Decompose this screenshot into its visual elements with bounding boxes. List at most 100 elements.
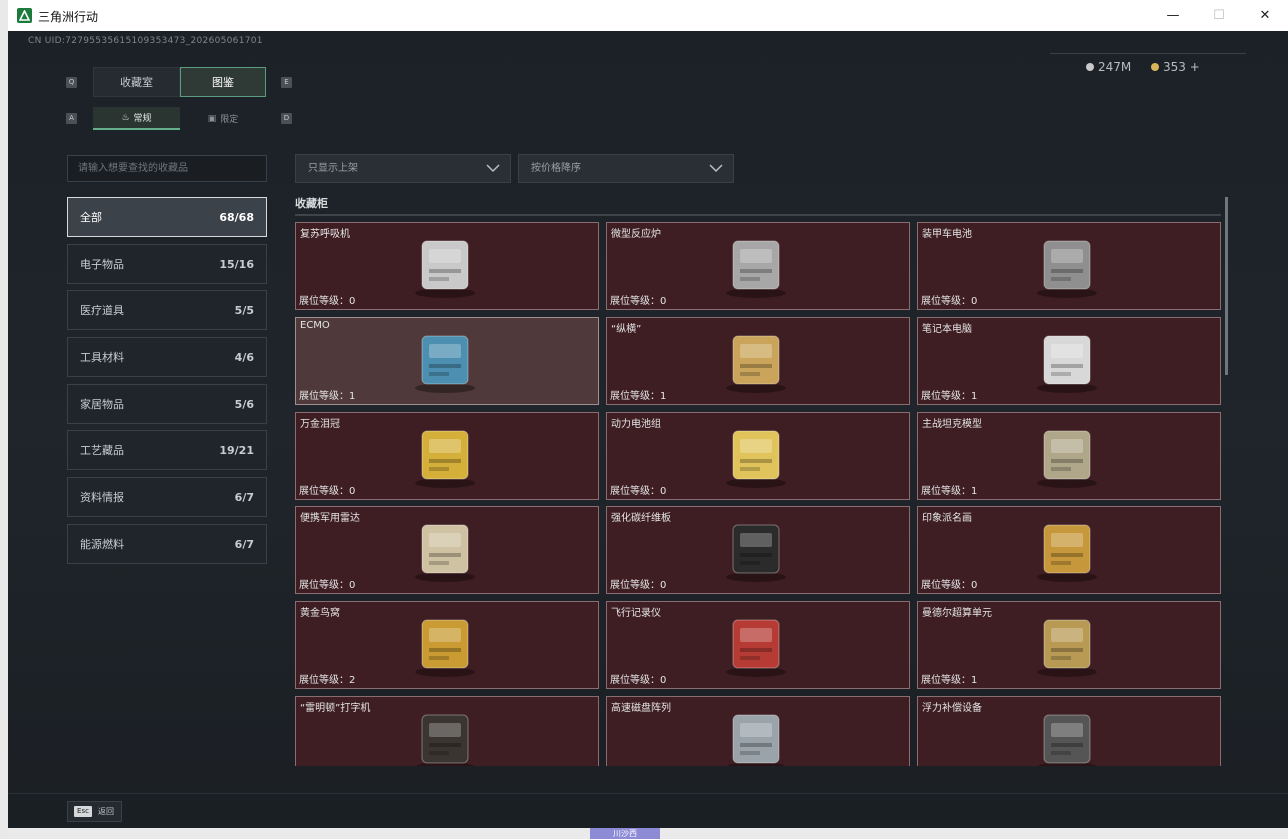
back-button[interactable]: Esc 返回 — [67, 801, 122, 822]
booth-level-value: 2 — [349, 675, 356, 686]
maximize-button[interactable]: ☐ — [1196, 0, 1242, 31]
booth-level: 展位等级：1 — [610, 387, 666, 402]
tab-collection-room[interactable]: 收藏室 — [93, 67, 180, 97]
collection-card[interactable]: 浮力补偿设备 — [917, 696, 1221, 766]
item-name: “纵横” — [611, 324, 642, 335]
close-button[interactable]: ✕ — [1242, 0, 1288, 31]
minimize-button[interactable]: — — [1150, 0, 1196, 31]
item-name: 浮力补偿设备 — [922, 703, 982, 714]
back-label: 返回 — [98, 807, 114, 816]
booth-level-value: 1 — [349, 391, 356, 402]
ventilator-icon — [402, 233, 488, 301]
key-hint-q: Q — [66, 77, 77, 88]
currency-gold[interactable]: 353 + — [1151, 60, 1200, 74]
booth-level-label: 展位等级： — [299, 580, 349, 591]
flame-icon: ♨ — [121, 112, 130, 123]
laptop-icon — [1024, 328, 1110, 396]
collection-card[interactable]: 印象派名画展位等级：0 — [917, 506, 1221, 594]
shelf-filter-dropdown[interactable]: 只显示上架 — [295, 154, 511, 183]
category-home[interactable]: 家居物品 5/6 — [67, 384, 267, 424]
collection-card[interactable]: ECMO 展位等级：1 — [295, 317, 599, 405]
section-title: 收藏柜 — [295, 197, 328, 210]
collection-card[interactable]: 高速磁盘阵列 — [606, 696, 910, 766]
item-name: 黄金鸟窝 — [300, 608, 340, 619]
collection-card[interactable]: 便携军用雷达展位等级：0 — [295, 506, 599, 594]
booth-level-label: 展位等级： — [610, 675, 660, 686]
key-hint-a: A — [66, 113, 77, 124]
booth-level-value: 0 — [660, 486, 667, 497]
app-logo-icon — [17, 8, 32, 23]
item-name: 印象派名画 — [922, 513, 972, 524]
booth-level-label: 展位等级： — [299, 486, 349, 497]
category-medical[interactable]: 医疗道具 5/5 — [67, 290, 267, 330]
item-name: 强化碳纤维板 — [611, 513, 671, 524]
booth-level-label: 展位等级： — [299, 296, 349, 307]
item-name: ECMO — [300, 320, 330, 331]
carbon-plate-icon — [713, 517, 799, 585]
collection-card[interactable]: 黄金鸟窝展位等级：2 — [295, 601, 599, 689]
category-all[interactable]: 全部 68/68 — [67, 197, 267, 237]
booth-level-label: 展位等级： — [299, 391, 349, 402]
collection-card[interactable]: 万金泪冠 展位等级：0 — [295, 412, 599, 500]
category-electronics[interactable]: 电子物品 15/16 — [67, 244, 267, 284]
collection-card[interactable]: 曼德尔超算单元展位等级：1 — [917, 601, 1221, 689]
category-energy[interactable]: 能源燃料 6/7 — [67, 524, 267, 564]
collection-card[interactable]: 装甲车电池 展位等级：0 — [917, 222, 1221, 310]
booth-level-label: 展位等级： — [921, 486, 971, 497]
booth-level: 展位等级：0 — [610, 671, 666, 686]
collection-card[interactable]: 主战坦克模型 展位等级：1 — [917, 412, 1221, 500]
booth-level: 展位等级：0 — [299, 292, 355, 307]
collection-card[interactable]: 动力电池组 展位等级：0 — [606, 412, 910, 500]
window-title: 三角洲行动 — [38, 10, 99, 24]
booth-level-value: 1 — [971, 486, 978, 497]
item-name: 高速磁盘阵列 — [611, 703, 671, 714]
collection-card[interactable]: “纵横” 展位等级：1 — [606, 317, 910, 405]
item-name: 便携军用雷达 — [300, 513, 360, 524]
tab-catalog[interactable]: 图鉴 — [180, 67, 266, 97]
booth-level-label: 展位等级： — [610, 391, 660, 402]
item-name: 微型反应炉 — [611, 229, 661, 240]
limited-icon: ▣ — [207, 113, 217, 124]
booth-level: 展位等级：1 — [921, 482, 977, 497]
category-crafts[interactable]: 工艺藏品 19/21 — [67, 430, 267, 470]
item-name: 飞行记录仪 — [611, 608, 661, 619]
category-intel[interactable]: 资料情报 6/7 — [67, 477, 267, 517]
currency-bar: 247M 353 + — [1050, 53, 1246, 79]
booth-level-value: 1 — [660, 391, 667, 402]
collection-card[interactable]: 复苏呼吸机 展位等级：0 — [295, 222, 599, 310]
collection-grid: 复苏呼吸机 展位等级：0 微型反应炉 展位等级：0 装甲车电池 展位等级：0 ECMO 展位等… — [295, 222, 1221, 766]
booth-level: 展位等级：0 — [921, 576, 977, 591]
scrollbar[interactable] — [1225, 197, 1228, 375]
esc-key-hint: Esc — [74, 806, 92, 817]
battery-pack-icon — [713, 423, 799, 491]
sort-dropdown[interactable]: 按价格降序 — [518, 154, 734, 183]
item-name: 曼德尔超算单元 — [922, 608, 992, 619]
booth-level-label: 展位等级： — [299, 675, 349, 686]
search-input[interactable]: 请输入想要查找的收藏品 — [67, 155, 267, 182]
collection-card[interactable]: 强化碳纤维板 展位等级：0 — [606, 506, 910, 594]
painting-icon — [1024, 517, 1110, 585]
booth-level: 展位等级：1 — [921, 671, 977, 686]
booth-level-value: 0 — [660, 675, 667, 686]
disk-array-icon — [713, 707, 799, 766]
collection-card[interactable]: 微型反应炉 展位等级：0 — [606, 222, 910, 310]
flight-recorder-icon — [713, 612, 799, 680]
booth-level: 展位等级：0 — [299, 576, 355, 591]
subtab-regular[interactable]: ♨ 常规 — [93, 107, 180, 130]
collection-card[interactable]: 飞行记录仪展位等级：0 — [606, 601, 910, 689]
category-tools[interactable]: 工具材料 4/6 — [67, 337, 267, 377]
bcd-icon — [1024, 707, 1110, 766]
collection-card[interactable]: “雷明顿”打字机 — [295, 696, 599, 766]
chevron-down-icon — [709, 164, 723, 173]
typewriter-icon — [402, 707, 488, 766]
collection-card[interactable]: 笔记本电脑 展位等级：1 — [917, 317, 1221, 405]
booth-level-label: 展位等级： — [921, 675, 971, 686]
booth-level-label: 展位等级： — [921, 296, 971, 307]
booth-level-value: 0 — [971, 296, 978, 307]
chevron-down-icon — [486, 164, 500, 173]
subtab-limited[interactable]: ▣ 限定 — [180, 107, 266, 130]
game-area: CN UID:72795535615109353473_202605061701… — [8, 31, 1288, 828]
currency-silver: 247M — [1086, 60, 1131, 74]
booth-level-value: 0 — [349, 296, 356, 307]
booth-level-value: 0 — [349, 486, 356, 497]
